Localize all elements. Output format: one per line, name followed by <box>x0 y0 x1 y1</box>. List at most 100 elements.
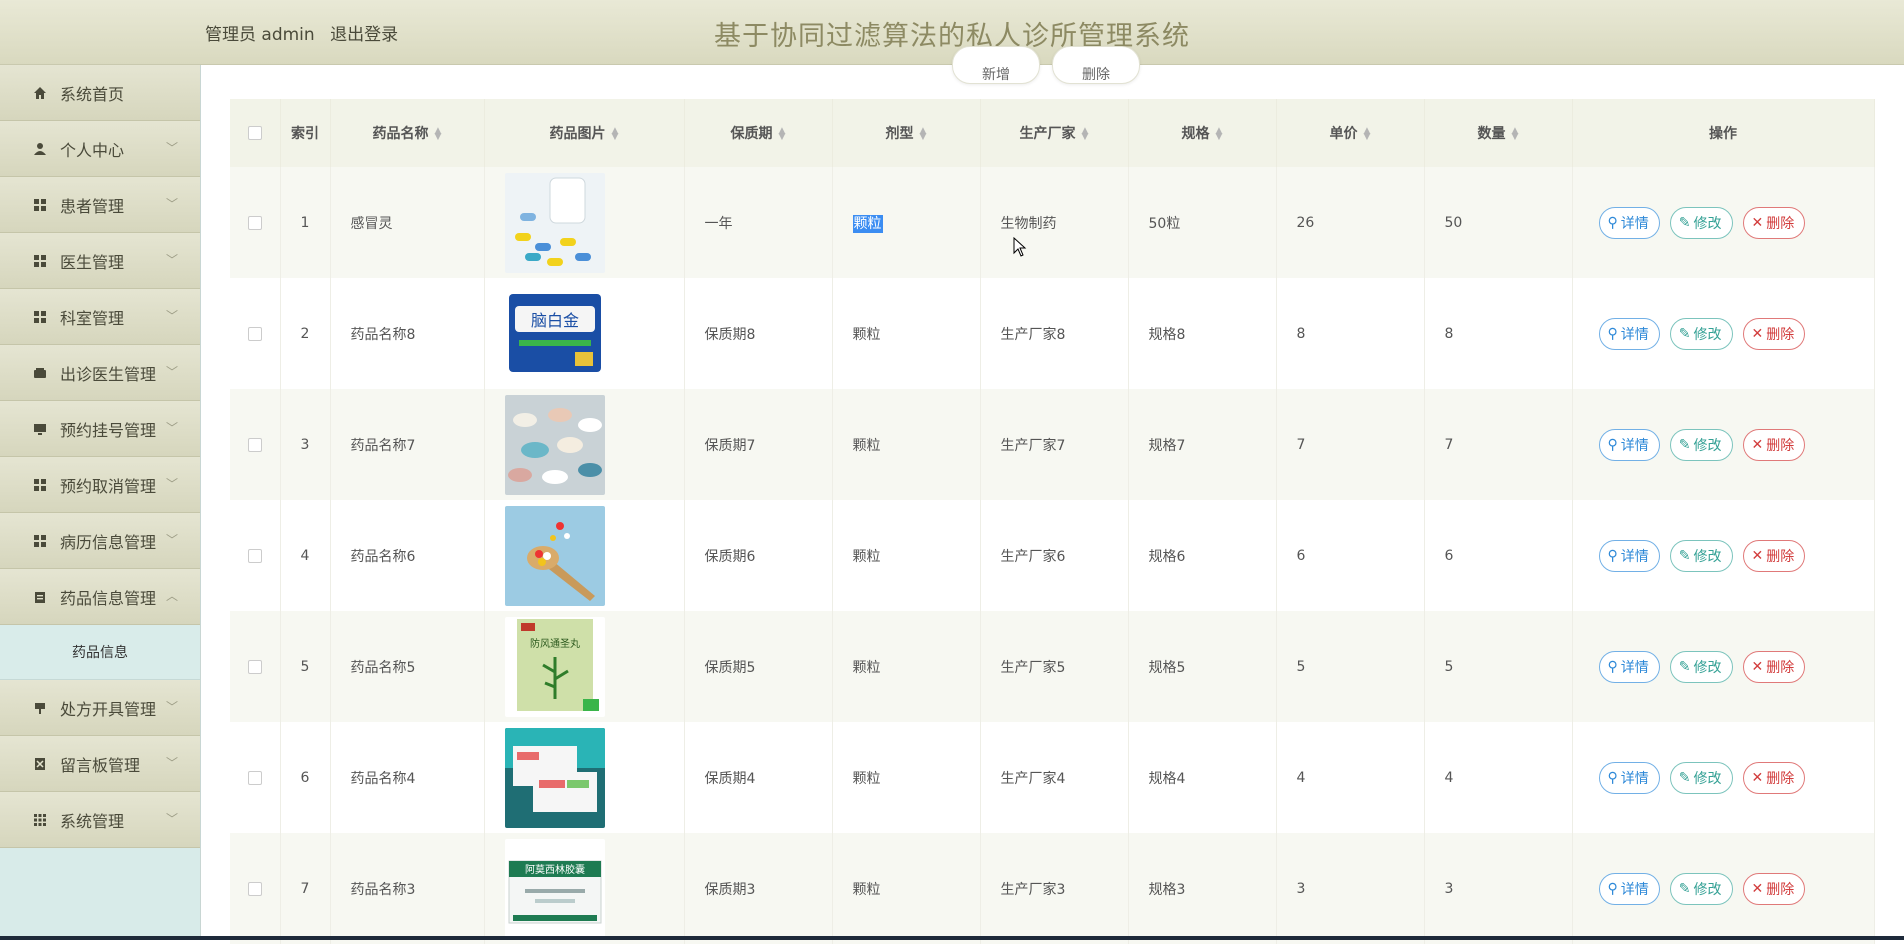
specification: 规格4 <box>1128 722 1277 833</box>
edit-button[interactable]: ✎ 修改 <box>1669 539 1733 572</box>
specification: 规格3 <box>1128 833 1277 944</box>
sidebar-item-2[interactable]: 患者管理 ﹀ <box>0 177 200 233</box>
chevron-down-icon: ﹀ <box>165 477 178 491</box>
drug-image: 阿莫西林胶囊 <box>484 833 685 944</box>
sidebar-item-6[interactable]: 预约挂号管理 ﹀ <box>0 401 200 457</box>
sort-icon[interactable]: ▲ ▼ <box>779 127 786 142</box>
delete-button[interactable]: ✕ 删除 <box>1742 428 1806 461</box>
dosage-form: 颗粒 <box>832 167 981 278</box>
drug-table: 索引 药品名称 ▲ ▼ 药品图片 ▲ ▼ 保质期 ▲ ▼ 剂型 ▲ ▼ 生产厂家 ▲ ▼ 规格 ▲ ▼ … <box>230 99 1875 944</box>
detail-button[interactable]: ⚲ 详情 <box>1598 650 1660 683</box>
delete-button[interactable]: ✕ 删除 <box>1742 872 1806 905</box>
detail-button[interactable]: ⚲ 详情 <box>1598 428 1660 461</box>
detail-button[interactable]: ⚲ 详情 <box>1598 761 1660 794</box>
sidebar-item-3[interactable]: 医生管理 ﹀ <box>0 233 200 289</box>
col-spec[interactable]: 规格 ▲ ▼ <box>1128 99 1277 167</box>
sort-icon[interactable]: ▲ ▼ <box>612 127 619 142</box>
select-all-checkbox[interactable] <box>230 99 281 167</box>
edit-button[interactable]: ✎ 修改 <box>1669 650 1733 683</box>
sidebar-item-9[interactable]: 药品信息管理 ︿ <box>0 569 200 625</box>
sidebar-subitem-drug-info[interactable]: 药品信息 <box>0 625 200 680</box>
col-price[interactable]: 单价 ▲ ▼ <box>1276 99 1425 167</box>
col-image[interactable]: 药品图片 ▲ ▼ <box>484 99 685 167</box>
delete-button[interactable]: ✕ 删除 <box>1742 206 1806 239</box>
table-row: 2 药品名称8 脑白金 保质期8 颗粒 生产厂家8 规格8 8 8 ⚲ 详情 ✎ 修改 ✕ 删除 <box>230 278 1875 389</box>
edit-button[interactable]: ✎ 修改 <box>1669 206 1733 239</box>
specification: 50粒 <box>1128 167 1277 278</box>
drug-name: 药品名称6 <box>330 500 485 611</box>
row-checkbox[interactable] <box>230 167 281 278</box>
edit-button[interactable]: ✎ 修改 <box>1669 317 1733 350</box>
sidebar-item-4[interactable]: 科室管理 ﹀ <box>0 289 200 345</box>
drug-image: 脑白金 <box>484 278 685 389</box>
dosage-form: 颗粒 <box>832 833 981 944</box>
top-header: 管理员 admin 退出登录 基于协同过滤算法的私人诊所管理系统 <box>0 0 1904 65</box>
detail-button[interactable]: ⚲ 详情 <box>1598 206 1660 239</box>
row-index: 1 <box>280 167 331 278</box>
grid-icon <box>32 197 48 213</box>
table-header-row: 索引 药品名称 ▲ ▼ 药品图片 ▲ ▼ 保质期 ▲ ▼ 剂型 ▲ ▼ 生产厂家 ▲ ▼ 规格 ▲ ▼ … <box>230 99 1875 167</box>
edit-button[interactable]: ✎ 修改 <box>1669 428 1733 461</box>
sort-icon[interactable]: ▲ ▼ <box>1512 127 1519 142</box>
sort-icon[interactable]: ▲ ▼ <box>920 127 927 142</box>
sort-icon[interactable]: ▲ ▼ <box>435 127 442 142</box>
chevron-down-icon: ﹀ <box>165 421 178 435</box>
detail-button[interactable]: ⚲ 详情 <box>1598 317 1660 350</box>
sidebar-item-8[interactable]: 病历信息管理 ﹀ <box>0 513 200 569</box>
sidebar-item-12[interactable]: 系统管理 ﹀ <box>0 792 200 848</box>
unit-price: 5 <box>1276 611 1425 722</box>
dosage-form: 颗粒 <box>832 278 981 389</box>
sidebar-item-0[interactable]: 系统首页 <box>0 65 200 121</box>
delete-button[interactable]: ✕ 删除 <box>1742 539 1806 572</box>
drug-name: 药品名称5 <box>330 611 485 722</box>
sidebar-item-label: 出诊医生管理 <box>60 364 157 384</box>
main-content: 新增 删除 索引 药品名称 ▲ ▼ 药品图片 ▲ ▼ 保质期 ▲ ▼ 剂型 ▲ ▼ 生产厂家 ▲ ▼… <box>230 46 1875 944</box>
col-actions: 操作 <box>1572 99 1875 167</box>
drug-name: 药品名称7 <box>330 389 485 500</box>
sidebar-item-11[interactable]: 留言板管理 ﹀ <box>0 736 200 792</box>
row-checkbox[interactable] <box>230 278 281 389</box>
clipboard-icon <box>32 589 48 605</box>
delete-selected-button[interactable]: 删除 <box>1052 46 1140 84</box>
sidebar-item-7[interactable]: 预约取消管理 ﹀ <box>0 457 200 513</box>
search-icon: ⚲ <box>1607 436 1618 453</box>
close-icon: ✕ <box>1751 325 1764 342</box>
sidebar-item-label: 系统管理 <box>60 811 125 831</box>
add-button[interactable]: 新增 <box>952 46 1040 84</box>
form-text: 颗粒 <box>852 437 881 454</box>
sort-icon[interactable]: ▲ ▼ <box>1364 127 1371 142</box>
drug-name: 药品名称8 <box>330 278 485 389</box>
edit-button[interactable]: ✎ 修改 <box>1669 872 1733 905</box>
sidebar-item-1[interactable]: 个人中心 ﹀ <box>0 121 200 177</box>
sidebar-item-5[interactable]: 出诊医生管理 ﹀ <box>0 345 200 401</box>
col-name[interactable]: 药品名称 ▲ ▼ <box>330 99 485 167</box>
delete-button[interactable]: ✕ 删除 <box>1742 650 1806 683</box>
table-row: 7 药品名称3 阿莫西林胶囊 保质期3 颗粒 生产厂家3 规格3 3 3 ⚲ 详情 ✎ 修改 ✕ 删除 <box>230 833 1875 944</box>
col-period[interactable]: 保质期 ▲ ▼ <box>684 99 833 167</box>
edit-button[interactable]: ✎ 修改 <box>1669 761 1733 794</box>
home-icon <box>32 85 48 101</box>
detail-button[interactable]: ⚲ 详情 <box>1598 539 1660 572</box>
chevron-down-icon: ﹀ <box>165 365 178 379</box>
delete-button[interactable]: ✕ 删除 <box>1742 761 1806 794</box>
col-maker[interactable]: 生产厂家 ▲ ▼ <box>980 99 1129 167</box>
row-checkbox[interactable] <box>230 722 281 833</box>
sort-icon[interactable]: ▲ ▼ <box>1082 127 1089 142</box>
sidebar-item-10[interactable]: 处方开具管理 ﹀ <box>0 680 200 736</box>
row-checkbox[interactable] <box>230 500 281 611</box>
sort-icon[interactable]: ▲ ▼ <box>1216 127 1223 142</box>
row-checkbox[interactable] <box>230 389 281 500</box>
row-index: 6 <box>280 722 331 833</box>
row-checkbox[interactable] <box>230 833 281 944</box>
form-text: 颗粒 <box>852 659 881 676</box>
col-form[interactable]: 剂型 ▲ ▼ <box>832 99 981 167</box>
drug-image <box>484 722 685 833</box>
row-checkbox[interactable] <box>230 611 281 722</box>
grid-icon <box>32 533 48 549</box>
chevron-down-icon: ﹀ <box>165 812 178 826</box>
detail-button[interactable]: ⚲ 详情 <box>1598 872 1660 905</box>
chevron-down-icon: ﹀ <box>165 533 178 547</box>
delete-button[interactable]: ✕ 删除 <box>1742 317 1806 350</box>
col-qty[interactable]: 数量 ▲ ▼ <box>1424 99 1573 167</box>
form-text: 颗粒 <box>852 326 881 343</box>
